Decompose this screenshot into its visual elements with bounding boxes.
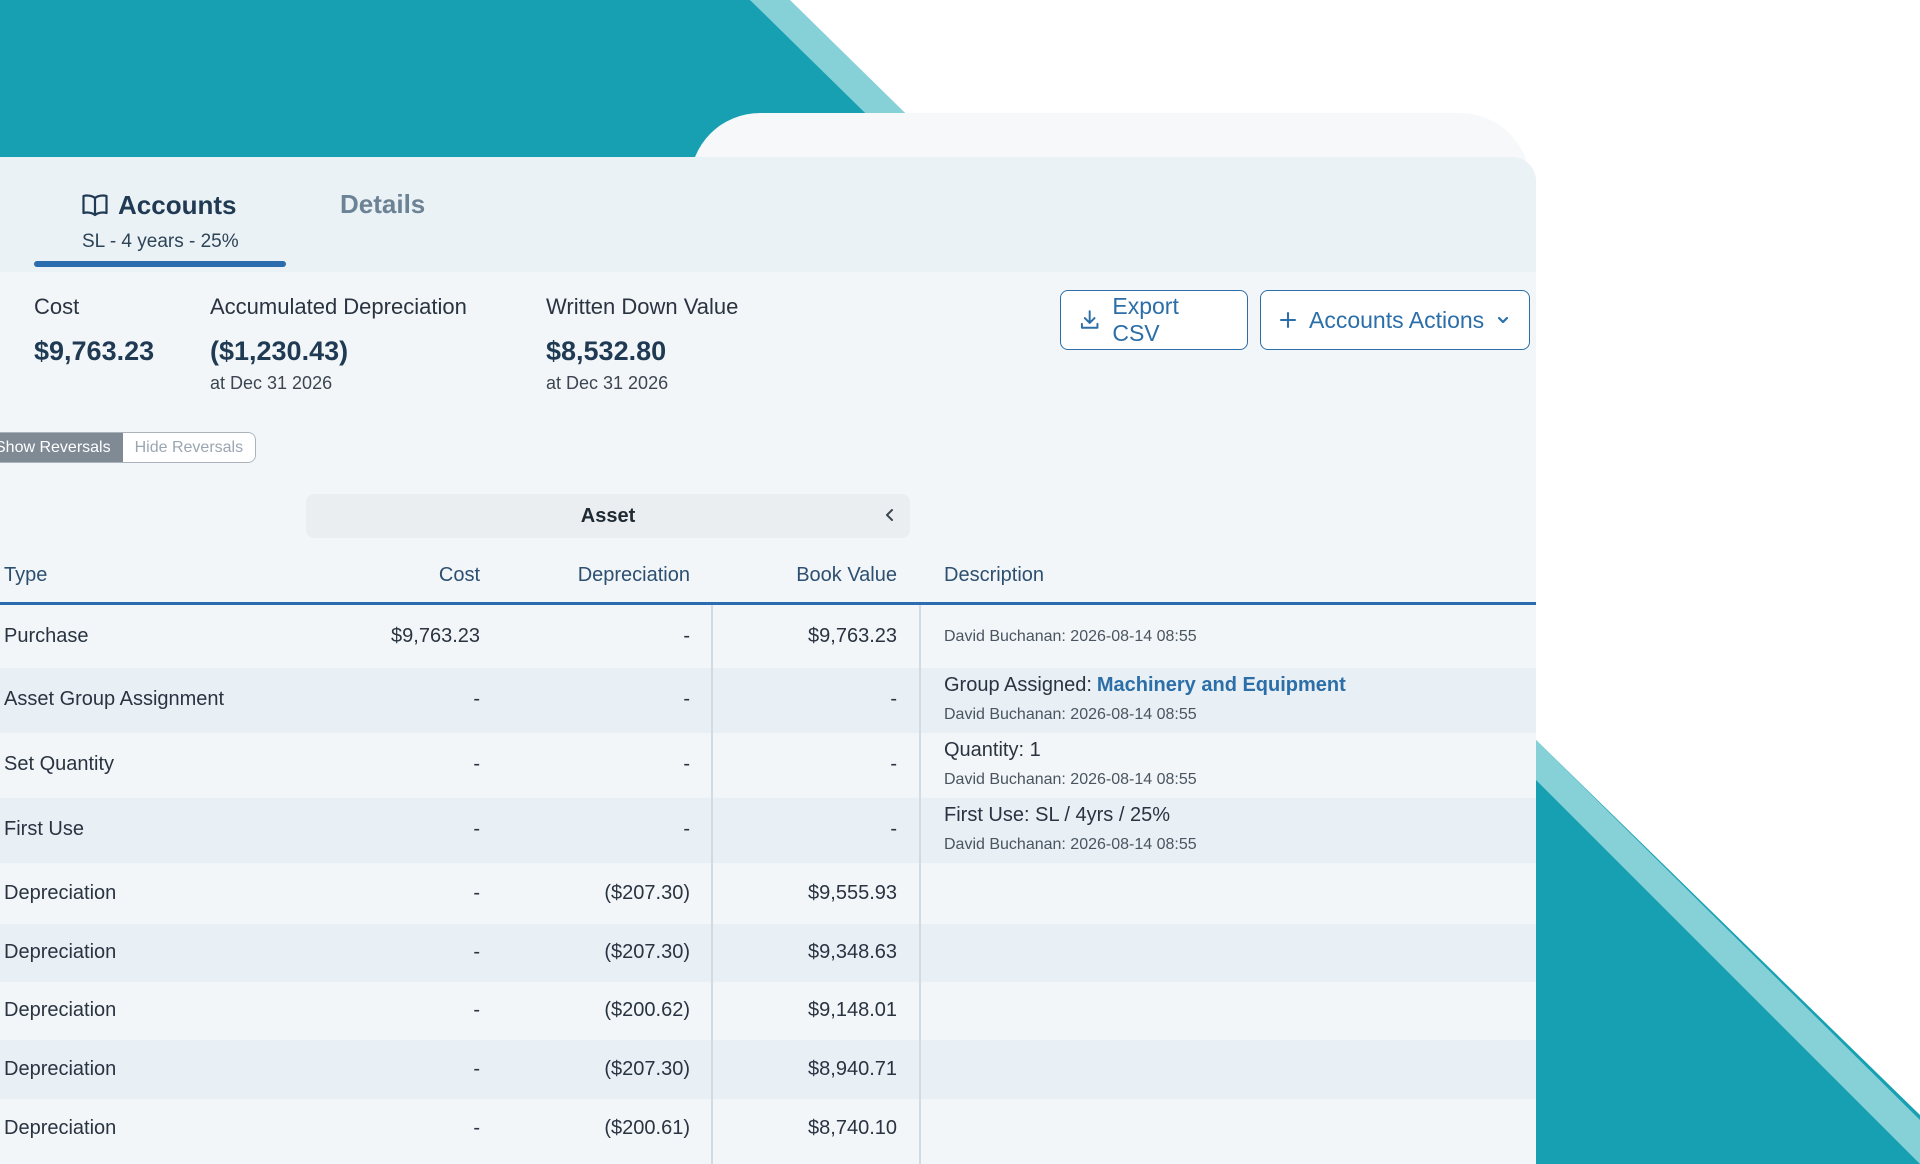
row-depreciation: ($207.30) [604,882,690,904]
row-type: Depreciation [4,941,117,963]
plus-icon [1280,312,1296,328]
export-csv-button[interactable]: Export CSV [1060,290,1248,350]
written-down-value-date: at Dec 31 2026 [546,373,669,393]
row-cost: $9,763.23 [391,625,480,647]
column-header-book-value[interactable]: Book Value [730,564,897,587]
tab-details[interactable]: Details [340,189,425,220]
row-cost: - [473,818,480,840]
row-audit-meta: David Buchanan: 2026-08-14 08:55 [944,836,1197,853]
active-tab-indicator [34,261,286,267]
row-book-value: - [890,688,897,710]
asset-group-link[interactable]: Machinery and Equipment [1097,674,1346,696]
column-header-description[interactable]: Description [944,564,1044,587]
tab-accounts-label: Accounts [118,189,237,220]
table-row[interactable]: Set Quantity - - - Quantity: 1 David Buchanan… [0,733,1536,798]
column-header-type[interactable]: Type [4,564,47,587]
accounts-actions-label: Accounts Actions [1309,306,1485,333]
book-icon [82,194,108,217]
description-label: Quantity: 1 [944,739,1041,761]
accumulated-depreciation-value: ($1,230.43) [210,336,349,366]
row-cost: - [473,882,480,904]
row-depreciation: - [683,625,690,647]
reversals-toggle: Show Reversals Hide Reversals [0,432,257,463]
row-cost: - [473,753,480,775]
cost-summary: Cost $9,763.23 [34,294,154,367]
column-divider [711,605,713,1164]
cost-value: $9,763.23 [34,336,155,366]
asset-group-header[interactable]: Asset [306,494,910,538]
tab-accounts-subtitle: SL - 4 years - 25% [82,231,239,252]
table-row[interactable]: Depreciation - ($207.30) $8,940.71 [0,1040,1536,1099]
table-row[interactable]: Depreciation - ($200.61) $8,740.10 [0,1099,1536,1158]
hide-reversals-option[interactable]: Hide Reversals [122,433,256,462]
table-row[interactable]: Depreciation - ($200.62) $9,148.01 [0,982,1536,1040]
row-cost: - [473,941,480,963]
table-row[interactable]: Asset Group Assignment - - - Group Assigned:… [0,668,1536,733]
accumulated-depreciation-label: Accumulated Depreciation [210,294,467,319]
row-book-value: - [890,818,897,840]
row-depreciation: - [683,688,690,710]
row-audit-meta: David Buchanan: 2026-08-14 08:55 [944,706,1197,723]
table-row[interactable]: Purchase $9,763.23 - $9,763.23 David Buchana… [0,605,1536,668]
row-description: Group Assigned: Machinery and Equipment [944,674,1346,697]
row-depreciation: ($207.30) [604,941,690,963]
description-label: Group Assigned: [944,674,1092,696]
chevron-down-icon [1498,316,1509,324]
row-book-value: $9,148.01 [808,999,897,1021]
asset-accounts-panel: Accounts SL - 4 years - 25% Details Cost… [0,157,1536,1164]
row-book-value: $9,555.93 [808,882,897,904]
row-depreciation: ($200.61) [604,1117,690,1139]
row-book-value: $9,763.23 [808,625,897,647]
written-down-value-label: Written Down Value [546,294,739,319]
row-type: Depreciation [4,1058,117,1080]
row-book-value: $9,348.63 [808,941,897,963]
row-depreciation: - [683,753,690,775]
row-type: Depreciation [4,999,117,1021]
row-description: Quantity: 1 [944,739,1041,762]
description-label: First Use: SL / 4yrs / 25% [944,804,1170,826]
accumulated-depreciation-summary: Accumulated Depreciation ($1,230.43) at … [210,294,467,394]
row-type: Depreciation [4,1117,117,1139]
row-type: Set Quantity [4,753,115,775]
row-cost: - [473,1058,480,1080]
row-audit-meta: David Buchanan: 2026-08-14 08:55 [944,771,1197,788]
row-description: First Use: SL / 4yrs / 25% [944,804,1170,827]
row-audit-meta: David Buchanan: 2026-08-14 08:55 [944,628,1197,645]
column-header-depreciation[interactable]: Depreciation [520,564,690,587]
row-type: Asset Group Assignment [4,688,225,710]
download-icon [1080,310,1099,329]
asset-group-label: Asset [580,504,636,527]
row-book-value: $8,940.71 [808,1058,897,1080]
accumulated-depreciation-date: at Dec 31 2026 [210,373,333,393]
table-row[interactable]: Depreciation - ($207.30) $9,555.93 [0,863,1536,924]
written-down-value-summary: Written Down Value $8,532.80 at Dec 31 2… [546,294,738,394]
accounts-actions-button[interactable]: Accounts Actions [1260,290,1530,350]
cost-label: Cost [34,294,80,319]
row-depreciation: - [683,818,690,840]
row-type: Depreciation [4,882,117,904]
row-type: Purchase [4,625,89,647]
row-cost: - [473,1117,480,1139]
tab-accounts[interactable]: Accounts SL - 4 years - 25% [82,187,239,253]
table-row[interactable]: Depreciation - ($207.30) $9,348.63 [0,924,1536,982]
row-depreciation: ($207.30) [604,1058,690,1080]
row-cost: - [473,688,480,710]
show-reversals-option[interactable]: Show Reversals [0,433,123,462]
row-book-value: $8,740.10 [808,1117,897,1139]
row-type: First Use [4,818,84,840]
column-header-cost[interactable]: Cost [380,564,480,587]
accounts-content: Cost $9,763.23 Accumulated Depreciation … [0,272,1536,1164]
written-down-value-value: $8,532.80 [546,336,667,366]
column-divider [919,605,921,1164]
table-row[interactable]: First Use - - - First Use: SL / 4yrs / 25% Da… [0,798,1536,863]
row-cost: - [473,999,480,1021]
export-csv-label: Export CSV [1112,293,1179,346]
row-book-value: - [890,753,897,775]
chevron-left-icon[interactable] [882,507,898,523]
row-depreciation: ($200.62) [604,999,690,1021]
tab-bar: Accounts SL - 4 years - 25% Details [0,157,1536,272]
